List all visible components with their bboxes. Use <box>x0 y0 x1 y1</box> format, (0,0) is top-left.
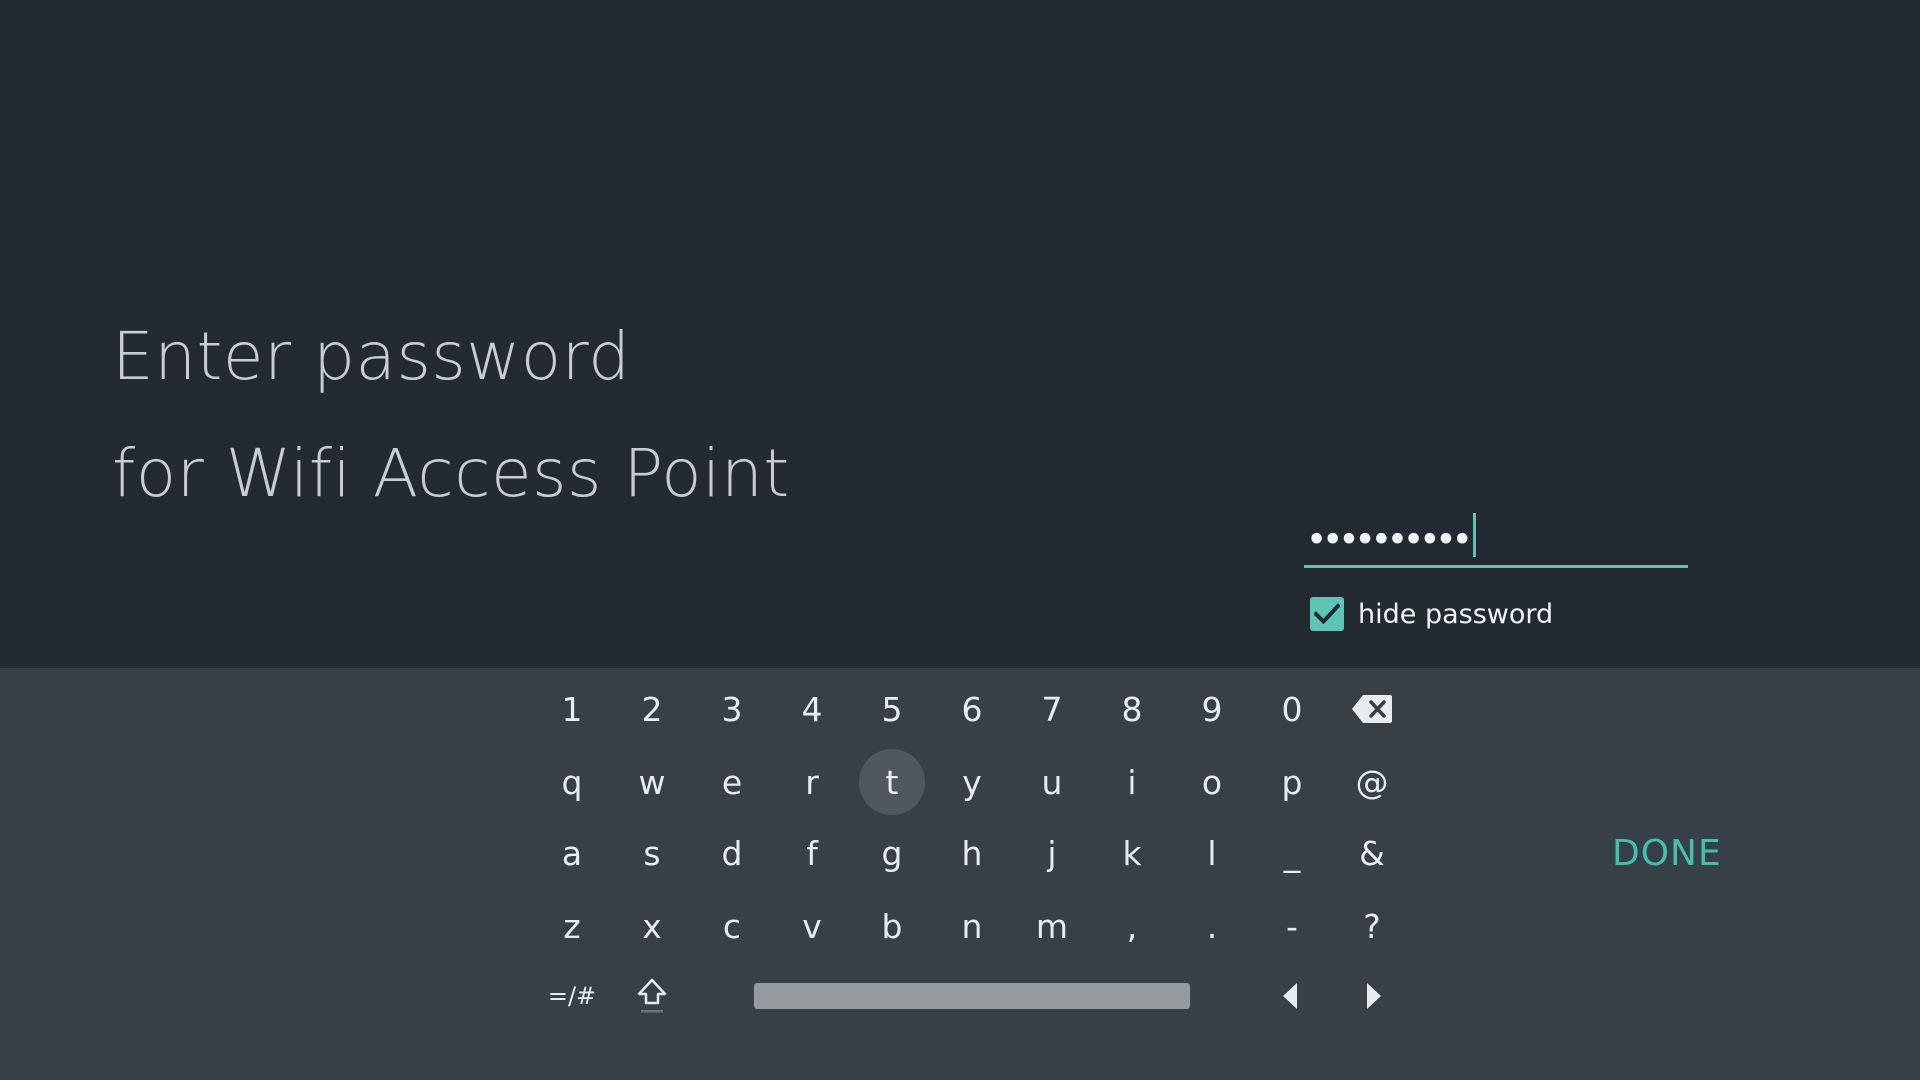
key[interactable]: p <box>1259 749 1325 815</box>
key[interactable]: , <box>1099 893 1165 959</box>
key[interactable]: _ <box>1259 820 1325 886</box>
onscreen-keyboard: 1 2 3 4 5 6 7 8 9 0 q w e r t y u i o p … <box>0 668 1920 1080</box>
key[interactable]: v <box>779 893 845 959</box>
wifi-password-screen: Enter password for Wifi Access Point •••… <box>0 0 1920 1080</box>
key[interactable]: 3 <box>699 676 765 742</box>
shift-key[interactable] <box>619 963 685 1029</box>
key[interactable]: ? <box>1339 893 1405 959</box>
focused-key[interactable]: t <box>859 749 925 815</box>
key[interactable]: h <box>939 820 1005 886</box>
key[interactable]: @ <box>1339 749 1405 815</box>
password-masked-text: •••••••••• <box>1307 513 1476 563</box>
hide-password-checkbox[interactable] <box>1310 597 1344 631</box>
password-masked-value: •••••••••• <box>1307 522 1472 558</box>
key[interactable]: z <box>539 893 605 959</box>
key[interactable]: 6 <box>939 676 1005 742</box>
key[interactable]: 7 <box>1019 676 1085 742</box>
hide-password-label: hide password <box>1358 598 1554 630</box>
done-button[interactable]: DONE <box>1612 833 1722 874</box>
backspace-key[interactable] <box>1339 676 1405 742</box>
key[interactable]: d <box>699 820 765 886</box>
key[interactable]: o <box>1179 749 1245 815</box>
key[interactable]: u <box>1019 749 1085 815</box>
cursor-left-icon <box>1283 983 1297 1009</box>
key[interactable]: 0 <box>1259 676 1325 742</box>
key[interactable]: m <box>1019 893 1085 959</box>
hide-password-toggle[interactable]: hide password <box>1310 596 1553 632</box>
key[interactable]: & <box>1339 820 1405 886</box>
key[interactable]: j <box>1019 820 1085 886</box>
key[interactable]: 9 <box>1179 676 1245 742</box>
key[interactable]: n <box>939 893 1005 959</box>
cursor-right-icon <box>1367 983 1381 1009</box>
key[interactable]: e <box>699 749 765 815</box>
key[interactable]: 5 <box>859 676 925 742</box>
password-input[interactable]: •••••••••• <box>1304 513 1688 568</box>
key[interactable]: w <box>619 749 685 815</box>
key[interactable]: 2 <box>619 676 685 742</box>
key[interactable]: k <box>1099 820 1165 886</box>
key[interactable]: i <box>1099 749 1165 815</box>
key[interactable]: 4 <box>779 676 845 742</box>
key[interactable]: s <box>619 820 685 886</box>
space-key[interactable] <box>754 983 1190 1009</box>
key[interactable]: . <box>1179 893 1245 959</box>
key[interactable]: c <box>699 893 765 959</box>
symbols-key[interactable]: =/# <box>539 963 605 1029</box>
cursor-left-key[interactable] <box>1257 963 1323 1029</box>
prompt-title-line-1: Enter password <box>112 318 631 395</box>
cursor-right-key[interactable] <box>1341 963 1407 1029</box>
key[interactable]: g <box>859 820 925 886</box>
key[interactable]: r <box>779 749 845 815</box>
key[interactable]: 1 <box>539 676 605 742</box>
key[interactable]: a <box>539 820 605 886</box>
key[interactable]: - <box>1259 893 1325 959</box>
shift-icon <box>637 978 667 1013</box>
key[interactable]: x <box>619 893 685 959</box>
key[interactable]: f <box>779 820 845 886</box>
checkmark-icon <box>1314 603 1340 625</box>
key[interactable]: l <box>1179 820 1245 886</box>
key[interactable]: b <box>859 893 925 959</box>
prompt-title-line-2: for Wifi Access Point <box>112 435 790 512</box>
backspace-icon <box>1352 695 1392 723</box>
key[interactable]: q <box>539 749 605 815</box>
key[interactable]: 8 <box>1099 676 1165 742</box>
text-cursor <box>1472 513 1476 557</box>
key[interactable]: y <box>939 749 1005 815</box>
